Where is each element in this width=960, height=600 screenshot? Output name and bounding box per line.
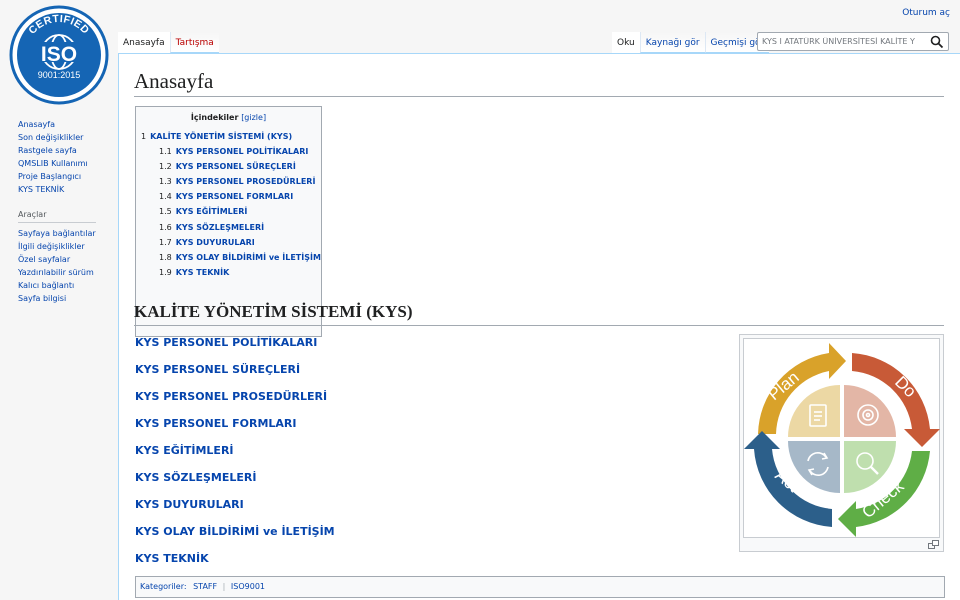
sidebar-item-related-changes[interactable]: İlgili değişiklikler [18,242,85,251]
search-box [757,32,949,51]
section-heading: KALİTE YÖNETİM SİSTEMİ (KYS) [134,301,944,326]
section-link-forms[interactable]: KYS PERSONEL FORMLARI [135,417,297,430]
toc-number: 1.7 [159,237,172,247]
toc-number: 1.1 [159,147,172,157]
pdca-image[interactable]: Plan Do Check Act [743,338,940,538]
sidebar-navigation: Anasayfa Son değişiklikler Rastgele sayf… [0,118,118,196]
toc-number: 1.5 [159,207,172,217]
toc-link[interactable]: KALİTE YÖNETİM SİSTEMİ (KYS) [150,132,292,141]
site-logo[interactable]: CERTIFIED ISO 9001:2015 [8,4,110,106]
enlarge-icon[interactable] [928,540,939,549]
sidebar-item-what-links-here[interactable]: Sayfaya bağlantılar [18,229,96,238]
login-link[interactable]: Oturum aç [902,8,950,18]
section-link-processes[interactable]: KYS PERSONEL SÜREÇLERİ [135,363,300,376]
sidebar-item-permanent-link[interactable]: Kalıcı bağlantı [18,281,74,290]
section-link-policies[interactable]: KYS PERSONEL POLİTİKALARI [135,336,317,349]
sidebar-item-random-page[interactable]: Rastgele sayfa [18,146,77,155]
toc-item: 1.9 KYS TEKNİK [141,265,316,280]
toc-item: 1.3 KYS PERSONEL PROSEDÜRLERİ [141,174,316,189]
toc-item: 1.2 KYS PERSONEL SÜREÇLERİ [141,159,316,174]
iso-certified-logo: CERTIFIED ISO 9001:2015 [9,5,109,105]
tools-heading: Araçlar [18,210,96,223]
pdca-thumbnail: Plan Do Check Act [739,334,944,552]
toc-link[interactable]: KYS PERSONEL SÜREÇLERİ [176,162,296,171]
search-input[interactable] [758,37,926,46]
toc-link[interactable]: KYS PERSONEL PROSEDÜRLERİ [176,177,316,186]
section-link-list: KYS PERSONEL POLİTİKALARI KYS PERSONEL S… [135,335,335,578]
category-links: Kategoriler: STAFF | ISO9001 [135,576,945,598]
list-item: KYS OLAY BİLDİRİMİ ve İLETİŞİM [135,524,335,551]
toc-item: 1 KALİTE YÖNETİM SİSTEMİ (KYS) [141,129,316,144]
section-link-procedures[interactable]: KYS PERSONEL PROSEDÜRLERİ [135,390,327,403]
toc-item: 1.1 KYS PERSONEL POLİTİKALARI [141,144,316,159]
section-link-trainings[interactable]: KYS EĞİTİMLERİ [135,444,234,457]
personal-tools: Oturum aç [902,8,950,18]
list-item: KYS PERSONEL POLİTİKALARI [135,335,335,362]
toc-item: 1.6 KYS SÖZLEŞMELERİ [141,220,316,235]
toc-number: 1.8 [159,252,172,262]
list-item: KYS TEKNİK [135,551,335,578]
toc-link[interactable]: KYS SÖZLEŞMELERİ [176,223,264,232]
tab-read[interactable]: Oku [612,32,640,53]
toc-number: 1.4 [159,192,172,202]
list-item: KYS DUYURULARI [135,497,335,524]
toc-link[interactable]: KYS EĞİTİMLERİ [176,207,248,216]
sidebar-item-recent-changes[interactable]: Son değişiklikler [18,133,83,142]
section-link-contracts[interactable]: KYS SÖZLEŞMELERİ [135,471,256,484]
toc-link[interactable]: KYS TEKNİK [176,268,230,277]
pdca-cycle-diagram: Plan Do Check Act [744,343,940,537]
sidebar-item-project-start[interactable]: Proje Başlangıcı [18,172,81,181]
toc-link[interactable]: KYS PERSONEL FORMLARI [176,192,293,201]
toc-link[interactable]: KYS PERSONEL POLİTİKALARI [176,147,309,156]
content-area: Anasayfa İçindekiler [gizle] 1 KALİTE YÖN… [118,53,960,600]
toc-number: 1 [141,132,147,141]
section-link-announcements[interactable]: KYS DUYURULARI [135,498,244,511]
toc-number: 1.3 [159,177,172,187]
tab-discussion[interactable]: Tartışma [169,32,219,53]
list-item: KYS PERSONEL PROSEDÜRLERİ [135,389,335,416]
section-link-technical[interactable]: KYS TEKNİK [135,552,209,565]
category-iso9001[interactable]: ISO9001 [231,582,265,591]
toc-number: 1.9 [159,267,172,277]
category-staff[interactable]: STAFF [193,582,217,591]
list-item: KYS PERSONEL SÜREÇLERİ [135,362,335,389]
toc-link[interactable]: KYS DUYURULARI [176,238,255,247]
category-separator: | [222,582,226,591]
sidebar-item-special-pages[interactable]: Özel sayfalar [18,255,70,264]
list-item: KYS EĞİTİMLERİ [135,443,335,470]
toc-title: İçindekiler [190,113,239,122]
toc-number: 1.6 [159,222,172,232]
sidebar-item-qmslib-usage[interactable]: QMSLIB Kullanımı [18,159,88,168]
categories-label[interactable]: Kategoriler: [140,582,187,591]
toc-item: 1.8 KYS OLAY BİLDİRİMİ ve İLETİŞİM [141,250,321,265]
plan-quadrant [788,385,840,437]
logo-main-text: ISO [41,43,77,66]
toc-toggle[interactable]: [gizle] [241,113,266,122]
logo-bottom-text: 9001:2015 [38,70,81,80]
page-title: Anasayfa [134,68,944,97]
toc-item: 1.7 KYS DUYURULARI [141,235,316,250]
sidebar-tools: Araçlar Sayfaya bağlantılar İlgili değiş… [0,210,118,305]
search-icon[interactable] [930,35,944,49]
namespace-tabs: Anasayfa Tartışma [118,32,219,53]
sidebar: Anasayfa Son değişiklikler Rastgele sayf… [0,118,118,319]
tab-page[interactable]: Anasayfa [118,32,170,53]
tab-view-source[interactable]: Kaynağı gör [639,32,705,53]
section-link-incident-reporting[interactable]: KYS OLAY BİLDİRİMİ ve İLETİŞİM [135,525,335,538]
view-tabs: Oku Kaynağı gör Geçmişi gör [612,32,770,53]
toc-title-row: İçindekiler [gizle] [141,113,316,122]
list-item: KYS PERSONEL FORMLARI [135,416,335,443]
toc-item: 1.5 KYS EĞİTİMLERİ [141,204,316,219]
list-item: KYS SÖZLEŞMELERİ [135,470,335,497]
toc-item: 1.4 KYS PERSONEL FORMLARI [141,189,316,204]
sidebar-item-kys-teknik[interactable]: KYS TEKNİK [18,185,64,194]
sidebar-item-printable-version[interactable]: Yazdırılabilir sürüm [18,268,94,277]
sidebar-item-main-page[interactable]: Anasayfa [18,120,55,129]
toc-link[interactable]: KYS OLAY BİLDİRİMİ ve İLETİŞİM [176,253,321,262]
sidebar-item-page-info[interactable]: Sayfa bilgisi [18,294,66,303]
toc-number: 1.2 [159,162,172,172]
